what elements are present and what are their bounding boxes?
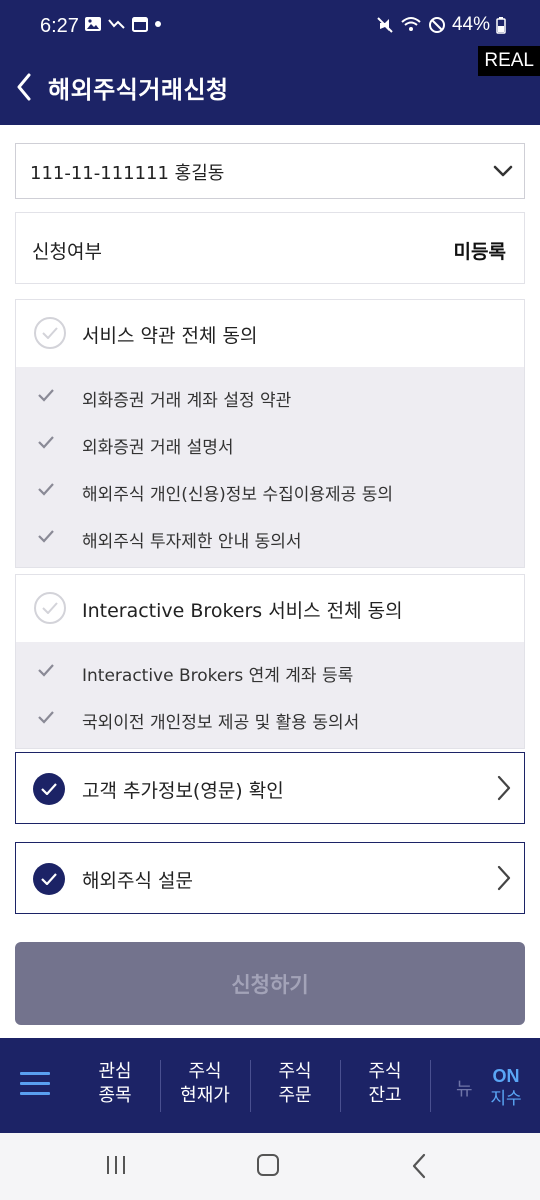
nav-label-line1: 주식 bbox=[368, 1061, 402, 1082]
menu-icon[interactable] bbox=[20, 1072, 50, 1098]
nav-on-index[interactable]: ON 지수 bbox=[482, 1064, 530, 1110]
account-select[interactable]: 111-11-111111 홍길동 bbox=[15, 143, 525, 199]
customer-extra-info-label: 고객 추가정보(영문) 확인 bbox=[82, 780, 284, 802]
calendar-icon bbox=[132, 17, 148, 32]
nav-label-line1: 주식 bbox=[278, 1061, 312, 1082]
checked-circle-icon bbox=[33, 863, 65, 895]
nav-label-line1: 주식 bbox=[188, 1061, 222, 1082]
account-select-value: 111-11-111111 홍길동 bbox=[30, 163, 225, 184]
bottom-nav: 관심 종목 주식 현재가 주식 주문 주식 잔고 뉴 ON 지수 bbox=[0, 1038, 540, 1133]
list-item-label: 해외주식 개인(신용)정보 수집이용제공 동의 bbox=[82, 485, 393, 505]
status-bar: 6:27 44% bbox=[0, 0, 540, 54]
chevron-left-icon bbox=[17, 73, 31, 101]
nav-on-label: ON bbox=[492, 1066, 520, 1086]
list-item-label: 국외이전 개인정보 제공 및 활용 동의서 bbox=[82, 713, 360, 733]
registration-label: 신청여부 bbox=[32, 241, 102, 263]
battery-percent: 44% bbox=[451, 14, 490, 35]
list-item-label: 외화증권 거래 설명서 bbox=[82, 438, 234, 458]
real-badge: REAL bbox=[478, 46, 540, 76]
nav-stock-balance[interactable]: 주식 잔고 bbox=[340, 1060, 430, 1112]
check-icon bbox=[38, 711, 54, 724]
check-icon bbox=[38, 664, 54, 677]
wifi-icon bbox=[401, 17, 421, 31]
chevron-right-icon bbox=[497, 775, 511, 801]
dot-icon bbox=[155, 21, 161, 27]
check-icon bbox=[38, 436, 54, 449]
list-item-label: 외화증권 거래 계좌 설정 약관 bbox=[82, 391, 292, 411]
dnd-icon bbox=[428, 17, 445, 33]
ib-service-title: Interactive Brokers 서비스 전체 동의 bbox=[82, 600, 403, 622]
check-icon bbox=[38, 389, 54, 402]
checked-circle-icon bbox=[33, 773, 65, 805]
list-item[interactable]: 해외주식 개인(신용)정보 수집이용제공 동의 bbox=[16, 467, 524, 514]
list-item[interactable]: 외화증권 거래 설명서 bbox=[16, 420, 524, 467]
page-title: 해외주식거래신청 bbox=[48, 76, 229, 104]
list-item[interactable]: 해외주식 투자제한 안내 동의서 bbox=[16, 514, 524, 561]
gallery-icon bbox=[85, 17, 101, 31]
service-terms-group: 서비스 약관 전체 동의 외화증권 거래 계좌 설정 약관 외화증권 거래 설명… bbox=[15, 299, 525, 568]
back-button[interactable] bbox=[10, 72, 38, 102]
status-system-icons: 44% bbox=[376, 14, 506, 36]
registration-value: 미등록 bbox=[453, 241, 506, 263]
service-terms-list: 외화증권 거래 계좌 설정 약관 외화증권 거래 설명서 해외주식 개인(신용)… bbox=[16, 367, 524, 567]
missed-call-icon bbox=[108, 19, 125, 29]
battery-icon bbox=[496, 17, 506, 34]
list-item[interactable]: 외화증권 거래 계좌 설정 약관 bbox=[16, 373, 524, 420]
list-item-label: Interactive Brokers 연계 계좌 등록 bbox=[82, 666, 354, 686]
ib-service-group: Interactive Brokers 서비스 전체 동의 Interactiv… bbox=[15, 574, 525, 749]
nav-label-line1: 관심 bbox=[98, 1061, 132, 1082]
service-terms-title: 서비스 약관 전체 동의 bbox=[82, 325, 258, 347]
nav-label-line2: 잔고 bbox=[368, 1085, 402, 1106]
list-item[interactable]: Interactive Brokers 연계 계좌 등록 bbox=[16, 648, 524, 695]
check-icon bbox=[38, 483, 54, 496]
mute-icon bbox=[377, 17, 393, 33]
list-item[interactable]: 국외이전 개인정보 제공 및 활용 동의서 bbox=[16, 695, 524, 742]
customer-extra-info-row[interactable]: 고객 추가정보(영문) 확인 bbox=[15, 752, 525, 824]
nav-news-faded[interactable]: 뉴 bbox=[456, 1075, 473, 1101]
list-item-label: 해외주식 투자제한 안내 동의서 bbox=[82, 532, 302, 552]
nav-on-sub: 지수 bbox=[490, 1089, 522, 1109]
nav-label-line2: 주문 bbox=[278, 1085, 312, 1106]
status-notification-icons bbox=[84, 16, 162, 32]
chevron-right-icon bbox=[497, 865, 511, 891]
overseas-stock-survey-row[interactable]: 해외주식 설문 bbox=[15, 842, 525, 914]
check-icon bbox=[38, 530, 54, 543]
nav-label-line2: 종목 bbox=[98, 1085, 132, 1106]
chevron-down-icon bbox=[493, 165, 513, 177]
agree-all-check-icon bbox=[34, 592, 66, 624]
agree-all-check-icon bbox=[34, 317, 66, 349]
ib-service-agree-all[interactable]: Interactive Brokers 서비스 전체 동의 bbox=[16, 575, 524, 642]
service-terms-agree-all[interactable]: 서비스 약관 전체 동의 bbox=[16, 300, 524, 367]
top-bar: 6:27 44% REAL 해외주식거래신청 bbox=[0, 0, 540, 125]
nav-divider bbox=[430, 1060, 431, 1112]
status-time: 6:27 bbox=[40, 15, 79, 37]
apply-button[interactable]: 신청하기 bbox=[15, 942, 525, 1025]
recent-apps-icon[interactable] bbox=[104, 1153, 128, 1177]
ib-service-list: Interactive Brokers 연계 계좌 등록 국외이전 개인정보 제… bbox=[16, 642, 524, 748]
overseas-stock-survey-label: 해외주식 설문 bbox=[82, 870, 193, 892]
nav-watchlist[interactable]: 관심 종목 bbox=[70, 1060, 160, 1112]
home-icon[interactable] bbox=[256, 1153, 280, 1177]
nav-label-line2: 현재가 bbox=[180, 1085, 230, 1106]
nav-stock-order[interactable]: 주식 주문 bbox=[250, 1060, 340, 1112]
registration-status-row: 신청여부 미등록 bbox=[15, 212, 525, 284]
back-nav-icon[interactable] bbox=[410, 1153, 428, 1179]
system-nav-bar bbox=[0, 1133, 540, 1200]
nav-stock-price[interactable]: 주식 현재가 bbox=[160, 1060, 250, 1112]
